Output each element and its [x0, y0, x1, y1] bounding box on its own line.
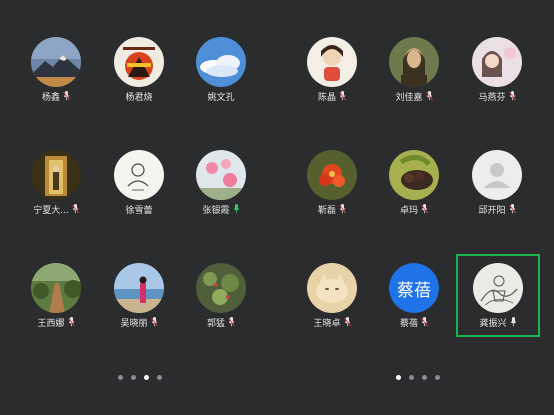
participant-tile[interactable]: 徐雪蕾	[99, 150, 179, 230]
participant-tile[interactable]: 张银霞	[181, 150, 261, 230]
mic-muted-icon	[343, 317, 351, 331]
participant-name: 卓玛	[399, 206, 418, 216]
participant-tile-active-speaker[interactable]: 龚振兴	[458, 263, 538, 343]
participant-name: 龚振兴	[479, 319, 507, 329]
participant-tile[interactable]: 刘佳嘉	[374, 37, 454, 117]
mic-muted-icon	[71, 204, 79, 218]
page-dot[interactable]	[118, 375, 123, 380]
participant-name: 杨君烧	[125, 93, 153, 103]
mic-muted-icon	[63, 91, 70, 105]
mic-muted-icon	[339, 91, 346, 105]
meeting-gallery: 杨鑫 杨君烧 姚文孔 宁夏大... 徐雪蕾 张银霞 王西娜 吴晓丽 郭猛 陈晶 …	[0, 0, 554, 415]
participant-name: 郭猛	[206, 319, 225, 329]
participant-name: 王晓卓	[313, 319, 341, 329]
mic-muted-icon	[425, 91, 433, 105]
doorway-avatar-icon	[31, 150, 81, 200]
participant-tile[interactable]: 杨君烧	[99, 37, 179, 117]
participant-name: 姚文孔	[207, 93, 235, 103]
mic-muted-icon	[421, 317, 428, 331]
poster-avatar-icon	[114, 37, 164, 87]
participant-tile[interactable]: 杨鑫	[16, 37, 96, 117]
participant-tile[interactable]: 陈晶	[292, 37, 372, 117]
participant-name: 刘佳嘉	[395, 93, 423, 103]
participant-name: 杨鑫	[41, 93, 60, 103]
mic-muted-icon	[421, 204, 428, 218]
mic-speaking-icon	[510, 317, 517, 331]
participant-name: 吴晓丽	[120, 319, 148, 329]
page-dot[interactable]	[157, 375, 162, 380]
left-page-indicator[interactable]	[118, 375, 162, 380]
text-avatar-icon: 蔡蓓	[389, 263, 439, 313]
plant-avatar-icon	[196, 263, 246, 313]
mountain-avatar-icon	[31, 37, 81, 87]
participant-tile[interactable]: 王晓卓	[292, 263, 372, 343]
page-dot-active[interactable]	[396, 375, 401, 380]
participant-name: 马燕芬	[478, 93, 506, 103]
painting-avatar-icon	[389, 37, 439, 87]
participant-name: 陈晶	[317, 93, 336, 103]
red-flower-avatar-icon	[307, 150, 357, 200]
participant-tile[interactable]: 宁夏大...	[16, 150, 96, 230]
mic-muted-icon	[228, 317, 235, 331]
mic-muted-icon	[150, 317, 158, 331]
participant-tile[interactable]: 吴晓丽	[99, 263, 179, 343]
mic-muted-icon	[67, 317, 75, 331]
participant-tile[interactable]: 姚文孔	[181, 37, 261, 117]
path-avatar-icon	[31, 263, 81, 313]
participant-name: 蔡蓓	[399, 319, 418, 329]
mic-active-icon	[233, 204, 240, 218]
participant-name: 邱开阳	[478, 206, 506, 216]
participant-tile[interactable]: 马燕芬	[457, 37, 537, 117]
page-dot[interactable]	[131, 375, 136, 380]
text-avatar-label: 蔡蓓	[389, 263, 439, 313]
participant-tile[interactable]: 郭猛	[181, 263, 261, 343]
page-dot[interactable]	[435, 375, 440, 380]
cartoon-girl-avatar-icon	[307, 37, 357, 87]
participant-name: 张银霞	[202, 206, 230, 216]
participant-name: 徐雪蕾	[125, 206, 153, 216]
sketch-avatar-icon	[114, 150, 164, 200]
selfie-avatar-icon	[472, 37, 522, 87]
participant-name: 宁夏大...	[33, 206, 69, 216]
cat-avatar-icon	[307, 263, 357, 313]
participant-name: 靳磊	[317, 206, 336, 216]
beach-avatar-icon	[114, 263, 164, 313]
participant-tile[interactable]: 邱开阳	[457, 150, 537, 230]
page-dot-active[interactable]	[144, 375, 149, 380]
participant-tile[interactable]: 蔡蓓 蔡蓓	[374, 263, 454, 343]
participant-tile[interactable]: 靳磊	[292, 150, 372, 230]
mic-muted-icon	[339, 204, 346, 218]
mic-muted-icon	[508, 204, 516, 218]
page-dot[interactable]	[422, 375, 427, 380]
page-dot[interactable]	[409, 375, 414, 380]
default-user-avatar-icon	[472, 150, 522, 200]
participant-tile[interactable]: 王西娜	[16, 263, 96, 343]
fruit-avatar-icon	[389, 150, 439, 200]
ink-drawing-avatar-icon	[473, 263, 523, 313]
flowers-avatar-icon	[196, 150, 246, 200]
right-page-indicator[interactable]	[396, 375, 440, 380]
participant-name: 王西娜	[37, 319, 65, 329]
sky-avatar-icon	[196, 37, 246, 87]
mic-muted-icon	[508, 91, 516, 105]
participant-tile[interactable]: 卓玛	[374, 150, 454, 230]
